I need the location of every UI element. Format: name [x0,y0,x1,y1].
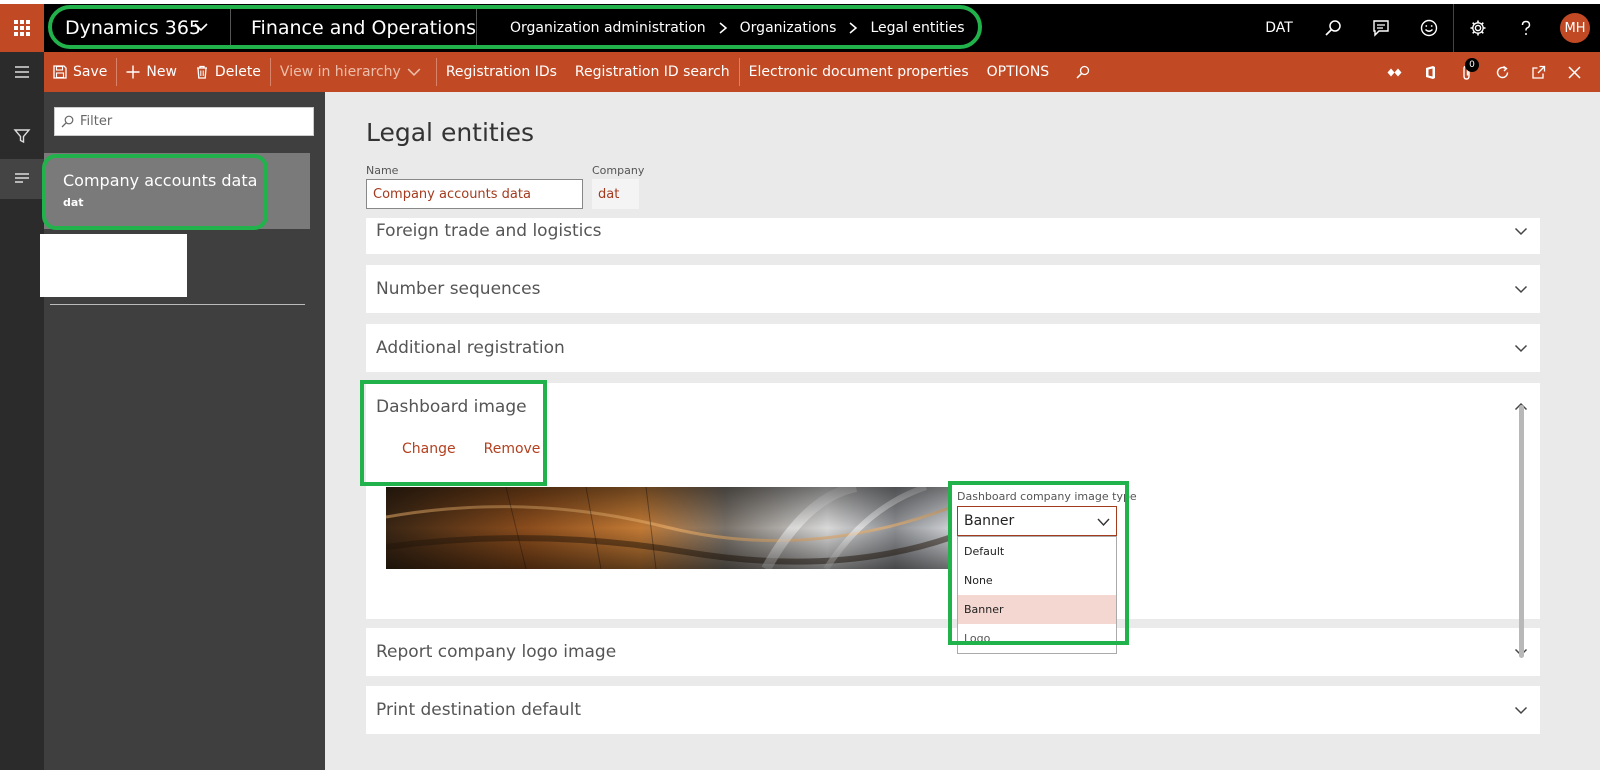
popout-icon [1531,65,1545,79]
diamond-link-icon [1387,68,1401,76]
help-icon [1521,20,1531,35]
help-button[interactable] [1502,4,1550,52]
scrollbar[interactable] [1519,405,1524,658]
action-search-button[interactable] [1058,52,1105,92]
company-picker[interactable]: DAT [1249,20,1309,36]
navigation-rail [0,52,44,770]
top-right-tools: DAT MH [1249,4,1600,52]
divider [50,304,305,305]
chevron-down-icon [1514,706,1528,715]
blank-placeholder [40,234,187,297]
filter-input[interactable] [80,114,300,129]
settings-button[interactable] [1454,4,1502,52]
view-in-hierarchy-label: View in hierarchy [279,64,401,80]
highlight-annotation [48,5,982,49]
top-navigation-bar: Dynamics 365 Finance and Operations Orga… [0,4,1600,52]
name-field-label: Name [366,164,399,177]
office-icon [1425,65,1435,79]
smiley-icon [1420,19,1438,37]
app-launcher-button[interactable] [0,4,44,52]
chevron-down-icon [1514,344,1528,353]
list-pane: Company accounts data dat [40,92,325,770]
action-pane: Save New Delete View in hierarchy Regist… [44,52,1600,92]
search-icon [61,115,74,128]
delete-label: Delete [214,64,261,80]
fasttab-title: Number sequences [376,279,541,299]
fasttab-title: Foreign trade and logistics [376,221,602,241]
list-icon [15,173,29,183]
view-in-hierarchy-button[interactable]: View in hierarchy [271,52,436,92]
fasttab-title: Print destination default [376,700,581,720]
save-button[interactable]: Save [44,52,116,92]
close-button[interactable] [1556,52,1592,92]
notification-badge: 0 [1465,58,1479,72]
search-button[interactable] [1309,4,1357,52]
dashboard-banner-image [386,487,952,569]
new-label: New [146,64,177,80]
connections-button[interactable] [1376,52,1412,92]
refresh-icon [1496,65,1508,78]
registration-ids-button[interactable]: Registration IDs [437,52,566,92]
filter-icon [13,129,31,144]
action-pane-tools: 0 [1376,52,1592,92]
search-icon [1076,65,1090,79]
fasttab-foreign-trade[interactable]: Foreign trade and logistics [366,218,1540,254]
messages-button[interactable] [1357,4,1405,52]
open-new-window-button[interactable] [1520,52,1556,92]
save-label: Save [73,64,108,80]
fasttab-title: Additional registration [376,338,565,358]
chevron-down-icon [407,68,421,76]
office-button[interactable] [1412,52,1448,92]
fasttab-print-destination[interactable]: Print destination default [366,686,1540,734]
message-icon [1373,20,1389,37]
filter-pane-button[interactable] [0,116,44,156]
refresh-button[interactable] [1484,52,1520,92]
company-field: dat [592,179,639,209]
options-tab[interactable]: OPTIONS [978,52,1059,92]
hamburger-icon [15,66,29,78]
highlight-annotation [42,154,268,230]
chevron-down-icon [1514,227,1528,236]
fasttab-number-sequences[interactable]: Number sequences [366,265,1540,313]
avatar[interactable]: MH [1560,13,1590,43]
feedback-button[interactable] [1405,4,1453,52]
page-title: Legal entities [366,118,535,147]
fasttab-title: Report company logo image [376,642,617,662]
name-field[interactable]: Company accounts data [366,179,583,209]
chevron-down-icon [1514,285,1528,294]
trash-icon [196,65,207,79]
form-content: Legal entities Name Company accounts dat… [325,92,1600,770]
delete-button[interactable]: Delete [186,52,270,92]
close-icon [1567,65,1581,79]
highlight-annotation [360,380,547,486]
attachments-button[interactable]: 0 [1448,52,1484,92]
electronic-document-properties-button[interactable]: Electronic document properties [740,52,978,92]
list-pane-button[interactable] [0,159,44,199]
search-icon [1325,20,1341,36]
fasttab-additional-registration[interactable]: Additional registration [366,324,1540,372]
save-icon [53,65,67,79]
gear-icon [1470,20,1486,36]
waffle-icon [14,20,30,36]
banner-picture [386,487,952,569]
company-field-label: Company [592,164,645,177]
highlight-annotation [948,481,1129,645]
menu-button[interactable] [0,52,44,92]
plus-icon [126,65,140,79]
new-button[interactable]: New [117,52,186,92]
registration-id-search-button[interactable]: Registration ID search [566,52,739,92]
filter-box[interactable] [54,107,314,136]
